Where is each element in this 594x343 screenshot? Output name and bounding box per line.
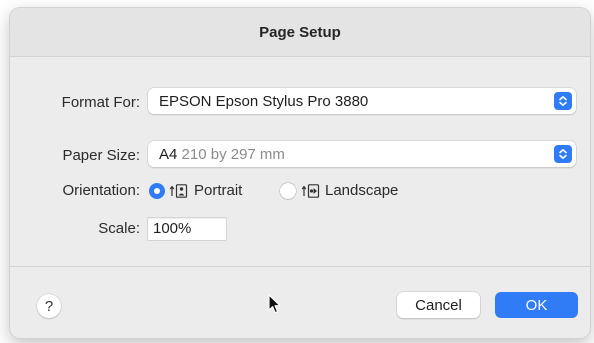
portrait-label[interactable]: Portrait — [194, 182, 242, 199]
format-for-popup[interactable]: EPSON Epson Stylus Pro 3880 — [148, 88, 576, 114]
paper-size-popup[interactable]: A4 210 by 297 mm — [148, 141, 576, 167]
title-bar[interactable]: Page Setup — [10, 8, 590, 57]
scale-input[interactable]: 100% — [148, 218, 226, 240]
landscape-label[interactable]: Landscape — [325, 182, 398, 199]
paper-size-name: A4 — [159, 145, 178, 163]
ok-button[interactable]: OK — [495, 292, 578, 318]
paper-size-dimensions: 210 by 297 mm — [181, 145, 285, 163]
landscape-orientation-icon — [301, 184, 320, 198]
mouse-pointer-icon — [268, 294, 281, 314]
paper-size-label: Paper Size: — [62, 147, 140, 164]
footer-divider — [10, 266, 590, 267]
portrait-radio[interactable] — [149, 183, 165, 199]
popup-chevrons-icon — [554, 145, 572, 163]
cancel-button[interactable]: Cancel — [397, 292, 480, 318]
popup-chevrons-icon — [554, 92, 572, 110]
page-setup-dialog: Page Setup Format For: EPSON Epson Stylu… — [10, 8, 590, 338]
landscape-radio[interactable] — [280, 183, 296, 199]
dialog-title: Page Setup — [259, 23, 341, 41]
format-for-label: Format For: — [61, 94, 140, 111]
help-button[interactable]: ? — [37, 294, 61, 318]
portrait-orientation-icon — [169, 184, 188, 198]
orientation-label: Orientation: — [62, 182, 140, 199]
format-for-value: EPSON Epson Stylus Pro 3880 — [159, 92, 369, 110]
scale-label: Scale: — [98, 220, 140, 237]
